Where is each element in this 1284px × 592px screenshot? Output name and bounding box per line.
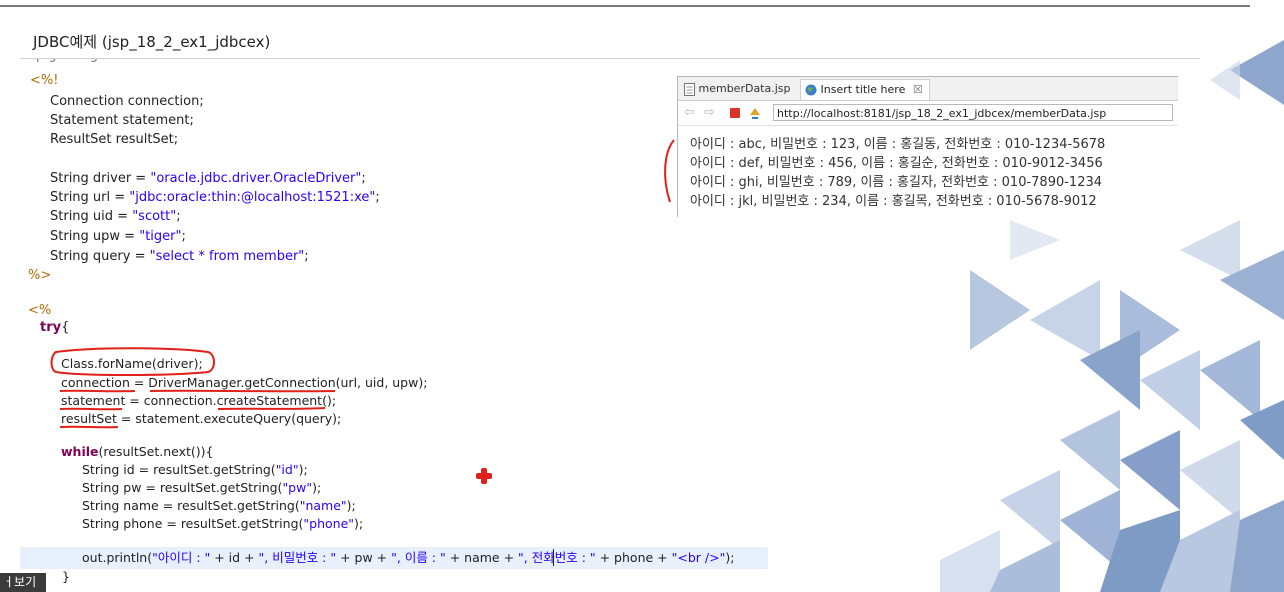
browser-toolbar: ⇦ ⇨ http://localhost:8181/jsp_18_2_ex1_j… <box>678 101 1178 126</box>
jsp-scriptlet-open: <% <box>28 303 52 318</box>
browser-window: memberData.jsp Insert title here ☒ ⇦ ⇨ h… <box>677 76 1178 217</box>
code-line: String driver = "oracle.jdbc.driver.Orac… <box>50 171 366 186</box>
result-row: 아이디 : jkl, 비밀번호 : 234, 이름 : 홍길목, 전화번호 : … <box>690 194 1097 209</box>
code-line: String url = "jdbc:oracle:thin:@localhos… <box>50 190 380 205</box>
code-line-close-brace: } <box>62 569 70 584</box>
code-line: String id = resultSet.getString("id"); <box>82 462 308 477</box>
tab-insert-title-label: Insert title here <box>820 83 906 96</box>
result-row: 아이디 : def, 비밀번호 : 456, 이름 : 홍길순, 전화번호 : … <box>690 156 1103 171</box>
red-cross-cursor-icon <box>476 468 492 484</box>
tab-memberdata[interactable]: memberData.jsp <box>680 79 797 99</box>
code-line: statement = connection.createStatement()… <box>61 393 337 408</box>
code-line-println: out.println("아이디 : " + id + ", 비밀번호 : " … <box>82 550 735 565</box>
globe-icon <box>805 84 817 96</box>
code-line: String query = "select * from member"; <box>50 249 309 264</box>
stop-icon[interactable] <box>730 108 740 118</box>
bottom-overlay-label[interactable]: ㅓ보기 <box>0 573 46 592</box>
code-line-while: while(resultSet.next()){ <box>61 444 214 459</box>
refresh-icon[interactable] <box>748 106 762 120</box>
code-line: Statement statement; <box>50 113 194 128</box>
url-bar[interactable]: http://localhost:8181/jsp_18_2_ex1_jdbce… <box>773 104 1173 121</box>
code-line: Class.forName(driver); <box>61 356 203 371</box>
result-row: 아이디 : ghi, 비밀번호 : 789, 이름 : 홍길자, 전화번호 : … <box>690 175 1103 190</box>
page-content: 아이디 : abc, 비밀번호 : 123, 이름 : 홍길동, 전화번호 : … <box>690 135 1105 211</box>
code-line: Connection connection; <box>50 94 204 109</box>
slide-title: JDBC예제 (jsp_18_2_ex1_jdbcex) <box>33 33 271 51</box>
result-row: 아이디 : abc, 비밀번호 : 123, 이름 : 홍길동, 전화번호 : … <box>690 137 1106 152</box>
jsp-declaration-close: %> <box>28 268 52 283</box>
code-line: resultSet = statement.executeQuery(query… <box>61 411 342 426</box>
code-line: String name = resultSet.getString("name"… <box>82 498 356 513</box>
code-line: String phone = resultSet.getString("phon… <box>82 516 364 531</box>
tab-close-icon[interactable]: ☒ <box>913 83 923 96</box>
jsp-declaration-open: <%! <box>30 73 59 88</box>
browser-tab-bar: memberData.jsp Insert title here ☒ <box>678 77 1178 101</box>
code-line: connection = DriverManager.getConnection… <box>61 375 428 390</box>
back-icon[interactable]: ⇦ <box>684 105 695 120</box>
code-line-try: try{ <box>40 320 70 335</box>
tab-insert-title[interactable]: Insert title here ☒ <box>800 79 930 100</box>
code-line: String uid = "scott"; <box>50 209 181 224</box>
clipped-code-fragment: p g g <box>36 59 126 66</box>
forward-icon[interactable]: ⇨ <box>704 105 715 120</box>
text-caret <box>553 549 554 566</box>
code-line: ResultSet resultSet; <box>50 132 179 147</box>
tab-memberdata-label: memberData.jsp <box>698 82 791 95</box>
top-divider <box>0 5 1250 7</box>
code-line: String pw = resultSet.getString("pw"); <box>82 480 322 495</box>
code-line: String upw = "tiger"; <box>50 229 186 244</box>
file-icon <box>684 82 695 96</box>
